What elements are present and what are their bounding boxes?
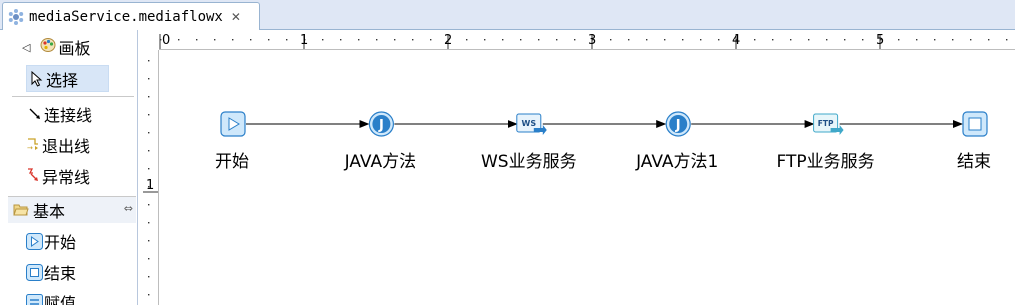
- flow-node-label[interactable]: WS业务服务: [481, 147, 577, 172]
- start-node-icon[interactable]: [220, 111, 246, 137]
- ruler-tick-label: 2: [444, 33, 452, 48]
- palette-item-assign-label: 赋值: [44, 294, 77, 305]
- diagram-canvas[interactable]: J WS J FTP 开始 JAVA方法 WS业务服务 JAVA方法1 FTP业务服务 结…: [160, 51, 1015, 305]
- palette: ◁ 画板 选择 连接线 → 退出线 异常线 基本 ⇔ 开始 结束 赋值: [0, 30, 138, 305]
- tool-exception-line-label: 异常线: [42, 168, 91, 187]
- tool-connection-line-label: 连接线: [44, 106, 93, 125]
- flow-node-label[interactable]: 开始: [215, 147, 249, 172]
- ruler-vertical-ticks: 1: [143, 60, 158, 296]
- palette-item-assign[interactable]: 赋值: [0, 288, 138, 305]
- flow-node-label[interactable]: 结束: [957, 147, 991, 172]
- palette-group-basic[interactable]: 基本 ⇔: [8, 196, 136, 223]
- ruler-tick-label: 4: [732, 33, 740, 48]
- tab-close-icon[interactable]: ✕: [231, 10, 241, 24]
- tool-exception-line[interactable]: 异常线: [0, 162, 138, 190]
- palette-item-start[interactable]: 开始: [0, 227, 138, 255]
- collapse-arrow-icon[interactable]: ◁: [22, 41, 30, 54]
- editor-tab-title: mediaService.mediaflowx: [29, 8, 223, 25]
- tool-exit-line-label: 退出线: [42, 137, 91, 156]
- flow-node-label[interactable]: JAVA方法1: [636, 147, 718, 172]
- ruler-horizontal-ticks: 0 1 2 3 4 5: [159, 33, 1008, 49]
- svg-text:WS: WS: [522, 119, 537, 128]
- start-node-icon: [26, 232, 43, 250]
- palette-item-start-label: 开始: [44, 233, 77, 252]
- tool-exit-line[interactable]: → 退出线: [0, 131, 138, 159]
- ruler-tick-label: 5: [876, 33, 884, 48]
- java-method-icon[interactable]: J: [665, 111, 691, 137]
- flow-node-label[interactable]: FTP业务服务: [777, 147, 875, 172]
- folder-open-icon: [13, 203, 29, 217]
- svg-text:→: →: [27, 144, 33, 152]
- svg-text:J: J: [675, 118, 681, 133]
- tool-select[interactable]: 选择: [26, 65, 109, 92]
- flow-node-label[interactable]: JAVA方法: [345, 147, 416, 172]
- ruler-vertical: 1: [139, 50, 159, 305]
- flow-connections: J WS J FTP: [220, 111, 988, 137]
- palette-title: 画板: [58, 39, 91, 58]
- assign-node-icon: [26, 293, 43, 305]
- ftp-service-icon[interactable]: FTP: [813, 113, 844, 135]
- svg-text:J: J: [378, 118, 384, 133]
- editor-tab[interactable]: mediaService.mediaflowx ✕: [2, 2, 260, 30]
- end-node-icon[interactable]: [962, 111, 988, 137]
- ruler-tick-label: 1: [300, 33, 308, 48]
- ws-service-icon[interactable]: WS: [516, 113, 547, 135]
- connection-line-icon: [28, 107, 42, 121]
- exit-line-icon: →: [26, 137, 40, 153]
- exception-line-icon: [26, 168, 40, 184]
- tool-select-label: 选择: [46, 70, 79, 90]
- java-method-icon[interactable]: J: [368, 111, 394, 137]
- palette-item-end[interactable]: 结束: [0, 258, 138, 286]
- mediaflow-file-icon: [7, 8, 25, 26]
- palette-header[interactable]: ◁ 画板: [0, 33, 138, 61]
- palette-item-end-label: 结束: [44, 264, 77, 283]
- palette-group-basic-label: 基本: [33, 202, 66, 221]
- svg-text:FTP: FTP: [818, 119, 834, 128]
- ruler-corner: [139, 30, 159, 50]
- end-node-icon: [26, 263, 43, 281]
- ruler-tick-label: 3: [588, 33, 596, 48]
- palette-separator: [12, 96, 134, 97]
- ruler-tick-label: 0: [162, 33, 170, 48]
- ruler-tick-label: 1: [146, 178, 154, 193]
- arrow-cursor-icon: [31, 70, 43, 87]
- tool-connection-line[interactable]: 连接线: [0, 100, 138, 128]
- ruler-horizontal: 0 1 2 3 4 5: [159, 30, 1015, 50]
- editor-tab-bar: mediaService.mediaflowx ✕: [0, 0, 1015, 30]
- pin-icon[interactable]: ⇔: [124, 202, 133, 215]
- palette-icon: [40, 37, 56, 57]
